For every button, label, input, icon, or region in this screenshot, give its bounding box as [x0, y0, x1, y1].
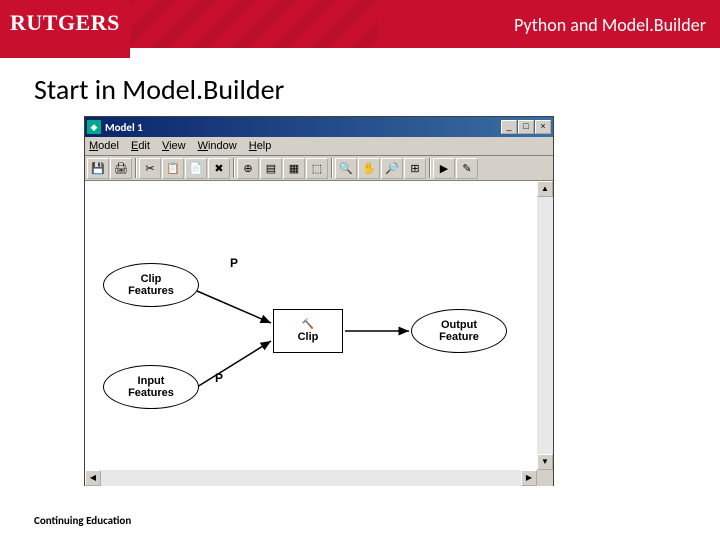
hammer-icon: 🔨 [302, 319, 314, 330]
logo-text: RUTGERS [10, 10, 120, 36]
node-clip-tool[interactable]: 🔨 Clip [273, 309, 343, 353]
cut-icon[interactable]: ✂ [139, 158, 161, 179]
select-icon[interactable]: ⬚ [306, 158, 328, 179]
footer-text: Continuing Education [34, 514, 131, 527]
scroll-right-icon[interactable]: ▶ [521, 470, 537, 486]
minimize-button[interactable]: _ [501, 120, 517, 134]
scroll-up-icon[interactable]: ▲ [537, 181, 553, 197]
node-clip-features[interactable]: Clip Features [103, 263, 199, 307]
vscroll-track[interactable] [537, 197, 553, 454]
header-texture [118, 0, 378, 48]
node-output-feature[interactable]: Output Feature [411, 309, 507, 353]
app-window: ◆ Model 1 _ □ × Model Edit View Window H… [84, 116, 554, 486]
p-label-1: P [230, 256, 238, 270]
scroll-corner [537, 470, 553, 486]
menu-view[interactable]: View [162, 140, 186, 152]
connect1-icon[interactable]: ▤ [260, 158, 282, 179]
horizontal-scrollbar[interactable]: ◀ ▶ [85, 470, 537, 486]
node-input-features[interactable]: Input Features [103, 365, 199, 409]
full-extent-icon[interactable]: ⊞ [404, 158, 426, 179]
save-icon[interactable]: 💾 [87, 158, 109, 179]
window-title: Model 1 [105, 121, 501, 134]
header-title: Python and Model.Builder [514, 14, 706, 36]
slide-header: RUTGERS Python and Model.Builder [0, 0, 720, 48]
paste-icon[interactable]: 📄 [185, 158, 207, 179]
menu-model[interactable]: Model [89, 140, 119, 152]
toolbar-separator [135, 158, 137, 178]
scroll-down-icon[interactable]: ▼ [537, 454, 553, 470]
p-label-2: P [215, 371, 223, 385]
window-buttons: _ □ × [501, 120, 551, 134]
model-canvas[interactable]: P P Clip Features Input Features 🔨 Clip … [85, 181, 553, 486]
toolbar-separator [331, 158, 333, 178]
diagram: P P Clip Features Input Features 🔨 Clip … [85, 181, 537, 470]
copy-icon[interactable]: 📋 [162, 158, 184, 179]
hscroll-track[interactable] [101, 470, 521, 486]
menu-window[interactable]: Window [198, 140, 237, 152]
zoom-out-icon[interactable]: 🔎 [381, 158, 403, 179]
scroll-left-icon[interactable]: ◀ [85, 470, 101, 486]
menu-edit[interactable]: Edit [131, 140, 150, 152]
toolbar-separator [233, 158, 235, 178]
delete-icon[interactable]: ✖ [208, 158, 230, 179]
slide-title: Start in Model.Builder [34, 72, 284, 107]
pointer-icon[interactable]: ▶ [433, 158, 455, 179]
logo-block: RUTGERS [0, 0, 130, 58]
connect2-icon[interactable]: ▦ [283, 158, 305, 179]
app-icon: ◆ [87, 120, 101, 134]
menubar: Model Edit View Window Help [85, 137, 553, 156]
close-button[interactable]: × [535, 120, 551, 134]
print-icon[interactable]: 🖨 [110, 158, 132, 179]
zoom-in-icon[interactable]: 🔍 [335, 158, 357, 179]
vertical-scrollbar[interactable]: ▲ ▼ [537, 181, 553, 470]
node-clip-label: Clip [298, 331, 319, 343]
toolbar-separator [429, 158, 431, 178]
pan-icon[interactable]: ✋ [358, 158, 380, 179]
toolbar: 💾 🖨 ✂ 📋 📄 ✖ ⊕ ▤ ▦ ⬚ 🔍 ✋ 🔎 ⊞ ▶ ✎ [85, 156, 553, 181]
add-data-icon[interactable]: ⊕ [237, 158, 259, 179]
maximize-button[interactable]: □ [518, 120, 534, 134]
menu-help[interactable]: Help [249, 140, 272, 152]
window-titlebar[interactable]: ◆ Model 1 _ □ × [85, 117, 553, 137]
tool-icon[interactable]: ✎ [456, 158, 478, 179]
